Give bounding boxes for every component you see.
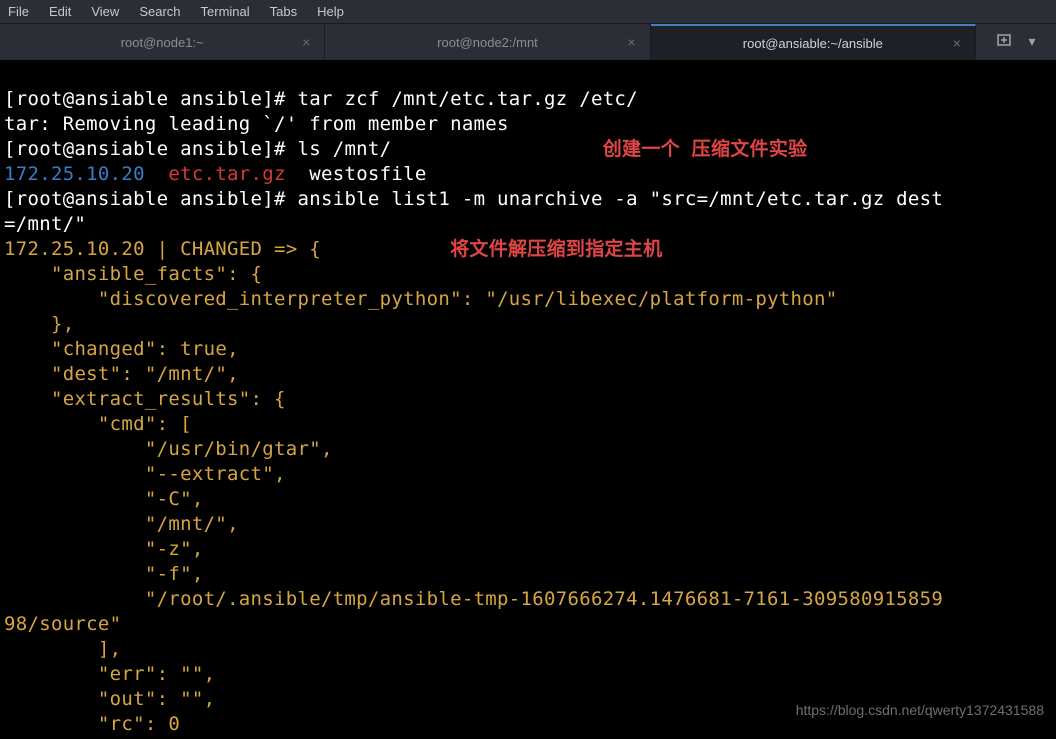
json-punct: : { [227,263,262,285]
json-punct: : [157,688,180,710]
command: ansible list1 -m unarchive -a [297,188,649,210]
json-punct: : [157,663,180,685]
tab-node1[interactable]: root@node1:~ × [0,24,325,60]
tab-label: root@node1:~ [121,35,204,50]
filename: westosfile [309,163,426,185]
ip-address: 172.25.10.20 [4,238,145,260]
output-line: tar: Removing leading `/' from member na… [4,113,509,135]
json-value: "" [180,663,203,685]
json-value: "-z" [145,538,192,560]
json-value: "" [180,688,203,710]
json-punct: , [192,563,204,585]
json-value: "/mnt/" [145,513,227,535]
json-punct: , [227,513,239,535]
json-punct: : [157,338,180,360]
command-arg: "src=/mnt/etc.tar.gz dest [650,188,943,210]
json-value: true [180,338,227,360]
json-value: "--extract" [145,463,274,485]
json-punct: : { [251,388,286,410]
menu-edit[interactable]: Edit [49,4,71,19]
prompt: [root@ansiable ansible]# [4,138,297,160]
tab-bar: root@node1:~ × root@node2:/mnt × root@an… [0,24,1056,60]
json-value: "-C" [145,488,192,510]
json-punct: , [192,488,204,510]
json-value: "-f" [145,563,192,585]
close-icon[interactable]: × [953,35,961,51]
json-punct: , [274,463,286,485]
command-arg: =/mnt/" [4,213,86,235]
new-tab-icon[interactable] [996,32,1012,53]
json-key: "cmd" [98,413,157,435]
tab-ansible[interactable]: root@ansiable:~/ansible × [651,24,976,60]
json-punct: : [462,288,485,310]
json-key: "out" [98,688,157,710]
json-punct: : [121,363,144,385]
json-key: "dest" [51,363,121,385]
json-value: 0 [168,713,180,735]
json-value: "/root/.ansible/tmp/ansible-tmp-16076662… [145,588,943,610]
menu-help[interactable]: Help [317,4,344,19]
menubar: File Edit View Search Terminal Tabs Help [0,0,1056,24]
close-icon[interactable]: × [627,34,635,50]
chevron-down-icon[interactable]: ▾ [1028,34,1035,51]
json-punct: , [227,363,239,385]
json-punct: }, [51,313,74,335]
json-key: "discovered_interpreter_python" [98,288,462,310]
json-punct: , [192,538,204,560]
tab-label: root@ansiable:~/ansible [743,36,883,51]
ip-address: 172.25.10.20 [4,163,145,185]
prompt: [root@ansiable ansible]# [4,88,297,110]
json-value: "/usr/libexec/platform-python" [485,288,837,310]
annotation: 将文件解压缩到指定主机 [450,238,662,260]
tab-node2[interactable]: root@node2:/mnt × [325,24,650,60]
json-punct: ], [98,638,121,660]
json-punct: : [ [157,413,192,435]
annotation: 创建一个 压缩文件实验 [603,138,808,160]
status: | CHANGED => { [145,238,321,260]
json-punct: , [204,688,216,710]
command: ls /mnt/ [297,138,391,160]
json-punct: , [204,663,216,685]
menu-file[interactable]: File [8,4,29,19]
menu-tabs[interactable]: Tabs [270,4,297,19]
tab-label: root@node2:/mnt [437,35,538,50]
prompt: [root@ansiable ansible]# [4,188,297,210]
json-punct: , [227,338,239,360]
tar-filename: etc.tar.gz [168,163,285,185]
json-value: 98/source" [4,613,121,635]
json-value: "/usr/bin/gtar" [145,438,321,460]
tab-actions: ▾ [976,24,1056,60]
json-key: "extract_results" [51,388,251,410]
json-key: "ansible_facts" [51,263,227,285]
terminal-output[interactable]: [root@ansiable ansible]# tar zcf /mnt/et… [0,60,1056,739]
json-key: "changed" [51,338,157,360]
json-key: "err" [98,663,157,685]
json-key: "rc" [98,713,145,735]
json-punct: : [145,713,168,735]
menu-terminal[interactable]: Terminal [201,4,250,19]
close-icon[interactable]: × [302,34,310,50]
watermark: https://blog.csdn.net/qwerty1372431588 [796,702,1044,718]
menu-search[interactable]: Search [139,4,180,19]
json-punct: , [321,438,333,460]
command: tar zcf /mnt/etc.tar.gz /etc/ [297,88,637,110]
menu-view[interactable]: View [91,4,119,19]
json-value: "/mnt/" [145,363,227,385]
